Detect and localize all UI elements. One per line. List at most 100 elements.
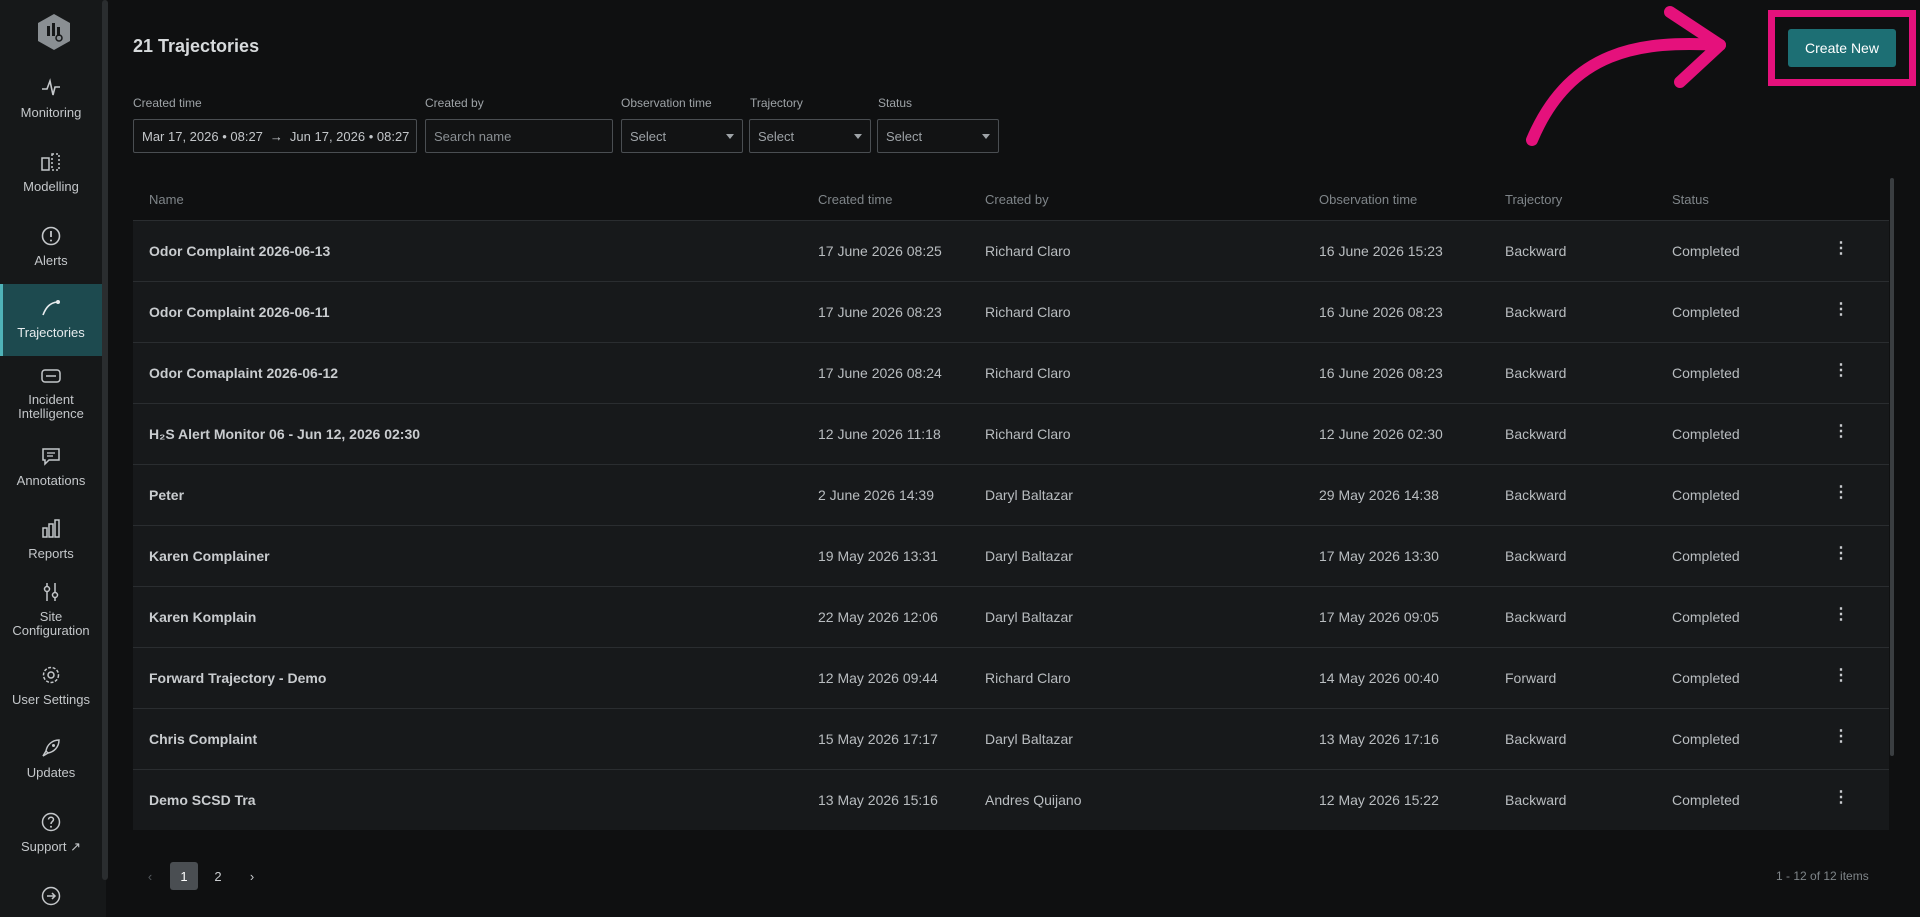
- cell-created-time: 19 May 2026 13:31: [818, 548, 938, 564]
- sidebar-item-label: Modelling: [23, 179, 79, 194]
- sidebar-item-alerts[interactable]: Alerts: [0, 224, 102, 274]
- sidebar-item-label: User Settings: [11, 692, 91, 707]
- date-start: Mar 17, 2026 • 08:27: [142, 128, 263, 144]
- cell-created-by: Richard Claro: [985, 304, 1071, 320]
- row-more-icon[interactable]: ⋮: [1831, 729, 1851, 749]
- cell-created-time: 17 June 2026 08:24: [818, 365, 942, 381]
- sidebar-item-support-row: Support ↗: [21, 840, 81, 854]
- row-more-icon[interactable]: ⋮: [1831, 424, 1851, 444]
- sidebar-item-annotations[interactable]: Annotations: [0, 444, 102, 494]
- column-header-created-time[interactable]: Created time: [818, 192, 892, 207]
- items-count: 1 - 12 of 12 items: [1776, 869, 1869, 883]
- column-header-name[interactable]: Name: [149, 192, 184, 207]
- arrow-right-icon: →: [269, 128, 283, 144]
- sidebar-item-support[interactable]: Support ↗: [0, 810, 102, 860]
- cell-created-time: 13 May 2026 15:16: [818, 792, 938, 808]
- select-placeholder: Select: [758, 128, 795, 144]
- cell-status: Completed: [1672, 365, 1740, 381]
- cell-name: Forward Trajectory - Demo: [149, 670, 327, 686]
- cell-name: Karen Komplain: [149, 609, 257, 625]
- table-row[interactable]: Chris Complaint 15 May 2026 17:17 Daryl Ba…: [133, 708, 1889, 769]
- cell-name: Odor Comaplaint 2026-06-12: [149, 365, 339, 381]
- cell-created-time: 17 June 2026 08:25: [818, 243, 942, 259]
- cell-observation-time: 16 June 2026 15:23: [1319, 243, 1443, 259]
- cell-observation-time: 16 June 2026 08:23: [1319, 365, 1443, 381]
- sidebar-item-label: Alerts: [34, 253, 68, 268]
- row-more-icon[interactable]: ⋮: [1831, 790, 1851, 810]
- sliders-icon: [39, 580, 63, 604]
- created-time-range-picker[interactable]: Mar 17, 2026 • 08:27 → Jun 17, 2026 • 08…: [133, 119, 417, 153]
- table-row[interactable]: H₂S Alert Monitor 06 - Jun 12, 2026 02:3…: [133, 403, 1889, 464]
- sidebar-item-site-configuration[interactable]: Site Configuration: [0, 580, 102, 642]
- page-button-2[interactable]: 2: [204, 862, 232, 890]
- trajectory-icon: [39, 296, 63, 320]
- cell-name: Demo SCSD Tra: [149, 792, 256, 808]
- sidebar-scrollbar[interactable]: [102, 0, 108, 880]
- cell-status: Completed: [1672, 304, 1740, 320]
- cell-trajectory: Backward: [1505, 243, 1567, 259]
- sidebar-item-monitoring[interactable]: Monitoring: [0, 76, 102, 126]
- alert-icon: [39, 224, 63, 248]
- cell-created-time: 22 May 2026 12:06: [818, 609, 938, 625]
- sidebar: Monitoring Modelling Alerts Trajectories…: [0, 0, 106, 917]
- cell-observation-time: 13 May 2026 17:16: [1319, 731, 1439, 747]
- app-logo[interactable]: [35, 12, 73, 52]
- trajectory-label: Trajectory: [750, 96, 803, 110]
- cell-observation-time: 12 May 2026 15:22: [1319, 792, 1439, 808]
- trajectory-select[interactable]: Select: [749, 119, 871, 153]
- column-header-status[interactable]: Status: [1672, 192, 1709, 207]
- row-more-icon[interactable]: ⋮: [1831, 607, 1851, 627]
- prev-page-icon[interactable]: ‹: [136, 862, 164, 890]
- cell-trajectory: Backward: [1505, 365, 1567, 381]
- cell-name: Chris Complaint: [149, 731, 258, 747]
- row-more-icon[interactable]: ⋮: [1831, 668, 1851, 688]
- sidebar-item-modelling[interactable]: Modelling: [0, 150, 102, 200]
- cell-created-by: Daryl Baltazar: [985, 487, 1073, 503]
- created-by-search-input[interactable]: [425, 119, 613, 153]
- row-more-icon[interactable]: ⋮: [1831, 241, 1851, 261]
- help-icon: [39, 810, 63, 834]
- date-end: Jun 17, 2026 • 08:27: [289, 128, 410, 144]
- sidebar-item-incident-intelligence[interactable]: Incident Intelligence: [0, 365, 102, 421]
- column-header-created-by[interactable]: Created by: [985, 192, 1049, 207]
- sidebar-item-updates[interactable]: Updates: [0, 736, 102, 786]
- gear-icon: [39, 663, 63, 687]
- table-row[interactable]: Odor Complaint 2026-06-13 17 June 2026 08…: [133, 220, 1889, 281]
- cell-trajectory: Backward: [1505, 548, 1567, 564]
- row-more-icon[interactable]: ⋮: [1831, 363, 1851, 383]
- table-row[interactable]: Peter 2 June 2026 14:39 Daryl Baltazar 29 M…: [133, 464, 1889, 525]
- create-new-button[interactable]: Create New: [1788, 29, 1896, 67]
- cell-created-by: Daryl Baltazar: [985, 731, 1073, 747]
- row-more-icon[interactable]: ⋮: [1831, 485, 1851, 505]
- cell-name: Odor Complaint 2026-06-13: [149, 243, 331, 259]
- status-select[interactable]: Select: [877, 119, 999, 153]
- table-row[interactable]: Karen Complainer 19 May 2026 13:31 Daryl B…: [133, 525, 1889, 586]
- table-row[interactable]: Karen Komplain 22 May 2026 12:06 Daryl Bal…: [133, 586, 1889, 647]
- reports-icon: [39, 517, 63, 541]
- page-title: 21 Trajectories: [133, 36, 260, 56]
- table-row[interactable]: Odor Comaplaint 2026-06-12 17 June 2026 0…: [133, 342, 1889, 403]
- external-link-icon: ↗: [70, 839, 82, 854]
- table-row[interactable]: Forward Trajectory - Demo 12 May 2026 09:…: [133, 647, 1889, 708]
- column-header-observation-time[interactable]: Observation time: [1319, 192, 1417, 207]
- pulse-icon: [39, 76, 63, 100]
- next-page-icon[interactable]: ›: [238, 862, 266, 890]
- sidebar-item-trajectories[interactable]: Trajectories: [0, 284, 102, 356]
- table-row[interactable]: Demo SCSD Tra 13 May 2026 15:16 Andres Qui…: [133, 769, 1889, 830]
- page-button-1[interactable]: 1: [170, 862, 198, 890]
- sidebar-item-logout[interactable]: [0, 884, 102, 914]
- logout-icon: [39, 884, 63, 908]
- cell-created-by: Daryl Baltazar: [985, 609, 1073, 625]
- table-scrollbar[interactable]: [1890, 178, 1894, 756]
- sidebar-item-user-settings[interactable]: User Settings: [0, 663, 102, 713]
- row-more-icon[interactable]: ⋮: [1831, 546, 1851, 566]
- observation-time-select[interactable]: Select: [621, 119, 743, 153]
- sidebar-item-reports[interactable]: Reports: [0, 517, 102, 567]
- table-row[interactable]: Odor Complaint 2026-06-11 17 June 2026 08…: [133, 281, 1889, 342]
- observation-time-label: Observation time: [621, 96, 712, 110]
- cell-created-by: Richard Claro: [985, 670, 1071, 686]
- rocket-icon: [39, 736, 63, 760]
- row-more-icon[interactable]: ⋮: [1831, 302, 1851, 322]
- cell-observation-time: 14 May 2026 00:40: [1319, 670, 1439, 686]
- column-header-trajectory[interactable]: Trajectory: [1505, 192, 1562, 207]
